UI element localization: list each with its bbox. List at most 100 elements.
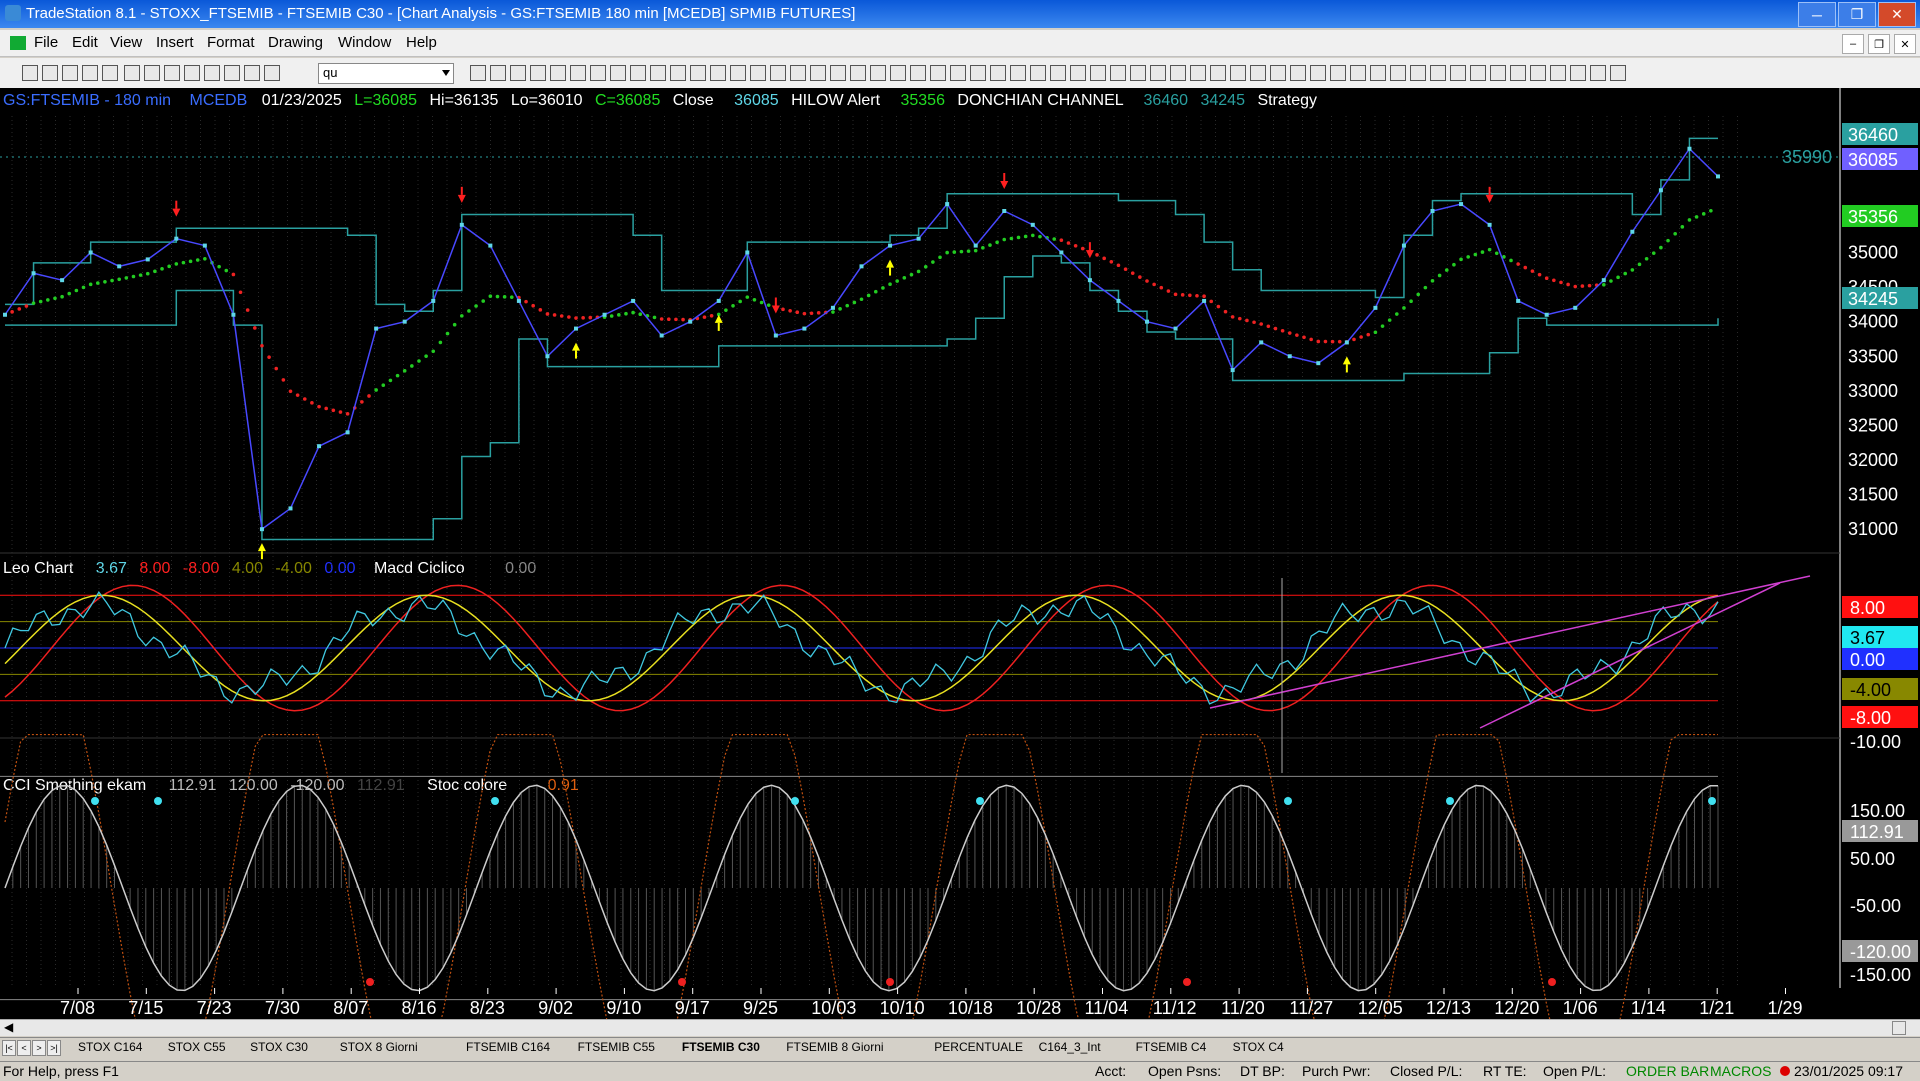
workspace-tab[interactable]: FTSEMIB C4 bbox=[1136, 1040, 1207, 1054]
menu-file[interactable]: File bbox=[34, 34, 58, 51]
toolbar-tool-icon[interactable] bbox=[144, 65, 160, 81]
toolbar-tool-icon[interactable] bbox=[82, 65, 98, 81]
toolbar-tool-icon[interactable] bbox=[1070, 65, 1086, 81]
toolbar-tool-icon[interactable] bbox=[590, 65, 606, 81]
chart-area[interactable]: GS:FTSEMIB - 180 min MCEDB 01/23/2025 L=… bbox=[0, 88, 1920, 1024]
workspace-tab[interactable]: FTSEMIB 8 Giorni bbox=[786, 1040, 883, 1054]
menu-drawing[interactable]: Drawing bbox=[268, 34, 323, 51]
toolbar-tool-icon[interactable] bbox=[790, 65, 806, 81]
workspace-tab[interactable]: STOX C4 bbox=[1233, 1040, 1284, 1054]
minimize-button[interactable]: ─ bbox=[1798, 2, 1836, 27]
toolbar-tool-icon[interactable] bbox=[690, 65, 706, 81]
toolbar-tool-icon[interactable] bbox=[890, 65, 906, 81]
app-menu-icon[interactable] bbox=[10, 36, 26, 50]
menu-insert[interactable]: Insert bbox=[156, 34, 194, 51]
toolbar-tool-icon[interactable] bbox=[670, 65, 686, 81]
toolbar-tool-icon[interactable] bbox=[1410, 65, 1426, 81]
toolbar-tool-icon[interactable] bbox=[1610, 65, 1626, 81]
toolbar-tool-icon[interactable] bbox=[1490, 65, 1506, 81]
toolbar-tool-icon[interactable] bbox=[1190, 65, 1206, 81]
menu-format[interactable]: Format bbox=[207, 34, 255, 51]
toolbar-tool-icon[interactable] bbox=[1310, 65, 1326, 81]
toolbar-tool-icon[interactable] bbox=[950, 65, 966, 81]
toolbar-tool-icon[interactable] bbox=[910, 65, 926, 81]
toolbar-tool-icon[interactable] bbox=[1010, 65, 1026, 81]
mdi-close-button[interactable]: ✕ bbox=[1894, 34, 1916, 54]
workspace-tab[interactable]: STOX C55 bbox=[168, 1040, 226, 1054]
toolbar-tool-icon[interactable] bbox=[1050, 65, 1066, 81]
toolbar-tool-icon[interactable] bbox=[1170, 65, 1186, 81]
symbol-combo[interactable]: qu bbox=[318, 63, 454, 84]
toolbar-tool-icon[interactable] bbox=[1230, 65, 1246, 81]
toolbar-tool-icon[interactable] bbox=[1110, 65, 1126, 81]
toolbar-tool-icon[interactable] bbox=[1430, 65, 1446, 81]
toolbar-tool-icon[interactable] bbox=[770, 65, 786, 81]
toolbar-tool-icon[interactable] bbox=[1570, 65, 1586, 81]
toolbar-tool-icon[interactable] bbox=[1590, 65, 1606, 81]
toolbar-tool-icon[interactable] bbox=[22, 65, 38, 81]
toolbar-tool-icon[interactable] bbox=[1510, 65, 1526, 81]
toolbar-tool-icon[interactable] bbox=[870, 65, 886, 81]
toolbar-tool-icon[interactable] bbox=[42, 65, 58, 81]
toolbar-tool-icon[interactable] bbox=[470, 65, 486, 81]
mdi-restore-button[interactable]: ❐ bbox=[1868, 34, 1890, 54]
status-order-bar[interactable]: ORDER BAR bbox=[1626, 1063, 1709, 1079]
toolbar-tool-icon[interactable] bbox=[730, 65, 746, 81]
toolbar-tool-icon[interactable] bbox=[1390, 65, 1406, 81]
menu-view[interactable]: View bbox=[110, 34, 142, 51]
toolbar-tool-icon[interactable] bbox=[1350, 65, 1366, 81]
menu-window[interactable]: Window bbox=[338, 34, 391, 51]
toolbar-tool-icon[interactable] bbox=[490, 65, 506, 81]
toolbar-tool-icon[interactable] bbox=[830, 65, 846, 81]
toolbar-tool-icon[interactable] bbox=[244, 65, 260, 81]
toolbar-tool-icon[interactable] bbox=[1210, 65, 1226, 81]
toolbar-tool-icon[interactable] bbox=[650, 65, 666, 81]
toolbar-tool-icon[interactable] bbox=[1030, 65, 1046, 81]
toolbar-tool-icon[interactable] bbox=[1370, 65, 1386, 81]
toolbar-tool-icon[interactable] bbox=[1290, 65, 1306, 81]
workspace-tab[interactable]: STOX C164 bbox=[78, 1040, 142, 1054]
toolbar-tool-icon[interactable] bbox=[970, 65, 986, 81]
tab-first-icon[interactable]: |< bbox=[2, 1040, 16, 1056]
status-macros[interactable]: MACROS bbox=[1710, 1063, 1771, 1079]
horizontal-scrollbar[interactable]: ◀ bbox=[0, 1019, 1920, 1036]
toolbar-tool-icon[interactable] bbox=[1550, 65, 1566, 81]
toolbar-tool-icon[interactable] bbox=[850, 65, 866, 81]
toolbar-tool-icon[interactable] bbox=[184, 65, 200, 81]
toolbar-tool-icon[interactable] bbox=[164, 65, 180, 81]
toolbar-tool-icon[interactable] bbox=[1450, 65, 1466, 81]
toolbar-tool-icon[interactable] bbox=[1330, 65, 1346, 81]
toolbar-tool-icon[interactable] bbox=[264, 65, 280, 81]
workspace-tab[interactable]: FTSEMIB C30 bbox=[682, 1040, 760, 1054]
toolbar-tool-icon[interactable] bbox=[1270, 65, 1286, 81]
restore-button[interactable]: ❐ bbox=[1838, 2, 1876, 27]
toolbar-tool-icon[interactable] bbox=[710, 65, 726, 81]
workspace-tab[interactable]: FTSEMIB C164 bbox=[466, 1040, 550, 1054]
toolbar-tool-icon[interactable] bbox=[550, 65, 566, 81]
chevron-down-icon[interactable] bbox=[442, 70, 450, 76]
toolbar-tool-icon[interactable] bbox=[990, 65, 1006, 81]
toolbar-tool-icon[interactable] bbox=[610, 65, 626, 81]
close-button[interactable]: ✕ bbox=[1878, 2, 1916, 27]
toolbar-tool-icon[interactable] bbox=[750, 65, 766, 81]
menu-help[interactable]: Help bbox=[406, 34, 437, 51]
toolbar-tool-icon[interactable] bbox=[930, 65, 946, 81]
toolbar-tool-icon[interactable] bbox=[102, 65, 118, 81]
toolbar-tool-icon[interactable] bbox=[810, 65, 826, 81]
toolbar-tool-icon[interactable] bbox=[62, 65, 78, 81]
toolbar-tool-icon[interactable] bbox=[1470, 65, 1486, 81]
toolbar-tool-icon[interactable] bbox=[1250, 65, 1266, 81]
toolbar-tool-icon[interactable] bbox=[530, 65, 546, 81]
workspace-tab[interactable]: FTSEMIB C55 bbox=[578, 1040, 655, 1054]
symbol-input[interactable]: qu bbox=[323, 65, 337, 80]
toolbar-tool-icon[interactable] bbox=[1530, 65, 1546, 81]
tab-last-icon[interactable]: >| bbox=[47, 1040, 61, 1056]
tab-next-icon[interactable]: > bbox=[32, 1040, 46, 1056]
mdi-minimize-button[interactable]: – bbox=[1842, 34, 1864, 54]
workspace-tab[interactable]: PERCENTUALE bbox=[934, 1040, 1023, 1054]
toolbar-tool-icon[interactable] bbox=[224, 65, 240, 81]
scroll-thumb[interactable] bbox=[1892, 1021, 1906, 1035]
toolbar-tool-icon[interactable] bbox=[1150, 65, 1166, 81]
workspace-tab[interactable]: C164_3_Int bbox=[1039, 1040, 1101, 1054]
tab-prev-icon[interactable]: < bbox=[17, 1040, 31, 1056]
